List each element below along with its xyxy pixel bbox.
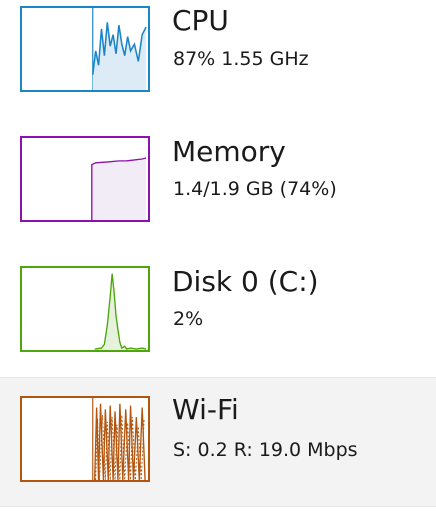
- cpu-label: CPU: [172, 4, 229, 37]
- disk-detail: 2%: [173, 308, 204, 330]
- sidebar-item-cpu[interactable]: CPU 87% 1.55 GHz: [0, 0, 436, 120]
- memory-detail: 1.4/1.9 GB (74%): [173, 178, 337, 200]
- cpu-detail: 87% 1.55 GHz: [173, 48, 309, 70]
- sidebar-item-memory[interactable]: Memory 1.4/1.9 GB (74%): [0, 125, 436, 245]
- sidebar-item-wifi[interactable]: Wi-Fi S: 0.2 R: 19.0 Mbps: [0, 377, 436, 507]
- wifi-graph-thumbnail: [20, 396, 150, 482]
- disk-label: Disk 0 (C:): [172, 265, 319, 298]
- wifi-detail: S: 0.2 R: 19.0 Mbps: [173, 439, 358, 461]
- wifi-label: Wi-Fi: [172, 393, 239, 426]
- sidebar-item-disk[interactable]: Disk 0 (C:) 2%: [0, 255, 436, 375]
- cpu-graph-thumbnail: [20, 6, 150, 92]
- memory-graph-thumbnail: [20, 136, 150, 222]
- memory-label: Memory: [172, 135, 286, 168]
- disk-graph-thumbnail: [20, 266, 150, 352]
